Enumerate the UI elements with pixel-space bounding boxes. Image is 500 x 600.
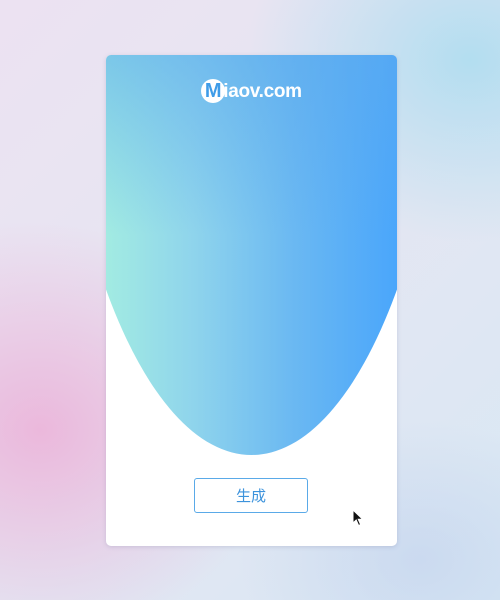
logo-text: iaov.com <box>223 80 302 102</box>
logo-circle-icon: M <box>201 79 226 103</box>
brand-logo: M iaov.com <box>106 79 397 103</box>
card-panel: M iaov.com 生成 <box>106 55 397 546</box>
hero-banner <box>106 55 397 455</box>
mouse-pointer-icon <box>352 509 364 527</box>
hero-gradient <box>106 55 397 455</box>
generate-button[interactable]: 生成 <box>194 478 308 513</box>
logo-letter: M <box>204 80 222 102</box>
